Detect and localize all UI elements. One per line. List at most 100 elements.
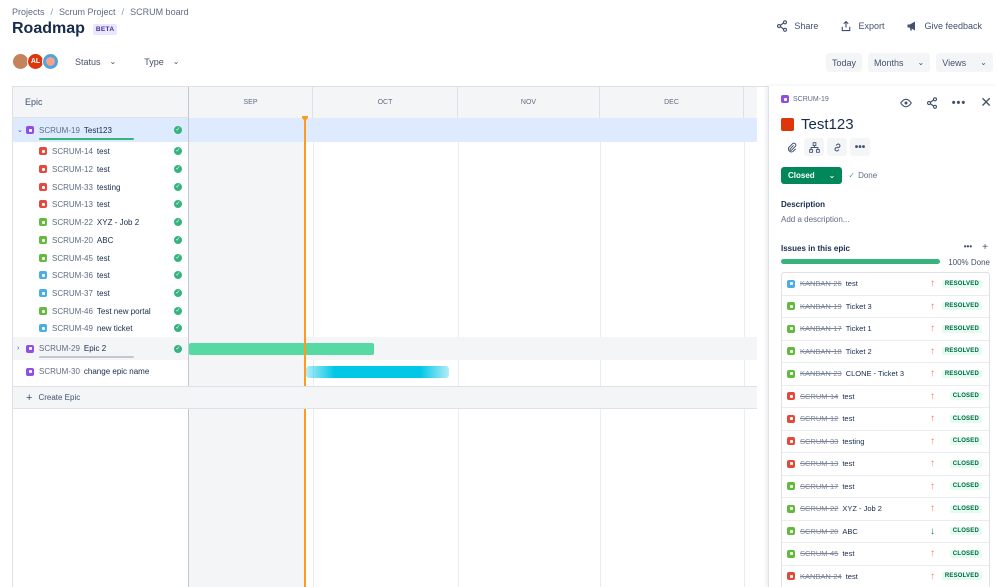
panel-title[interactable]: Test123 <box>801 116 854 133</box>
chevron-right-icon[interactable]: › <box>17 345 19 352</box>
issue-summary[interactable]: testing <box>97 183 121 192</box>
issue-key[interactable]: SCRUM-46 <box>52 307 93 316</box>
breadcrumb-board[interactable]: SCRUM board <box>130 7 189 17</box>
issue-summary[interactable]: Test123 <box>84 126 112 135</box>
description-field[interactable]: Add a description... <box>781 215 849 224</box>
issue-key[interactable]: SCRUM-20 <box>800 527 838 536</box>
issue-key[interactable]: SCRUM-12 <box>52 165 93 174</box>
create-epic-button[interactable]: + Create Epic <box>13 386 757 409</box>
issue-summary[interactable]: test <box>842 459 854 468</box>
more-icon[interactable]: ••• <box>952 97 967 109</box>
issue-key[interactable]: SCRUM-14 <box>800 392 838 401</box>
panel-issue-key[interactable]: SCRUM-19 <box>793 96 829 103</box>
issue-summary[interactable]: test <box>97 254 110 263</box>
issue-summary[interactable]: test <box>842 392 854 401</box>
issue-summary[interactable]: Test new portal <box>97 307 151 316</box>
months-select[interactable]: Months ⌄ <box>868 53 931 72</box>
feedback-button[interactable]: Give feedback <box>906 20 982 32</box>
issue-key[interactable]: KANBAN-23 <box>800 369 842 378</box>
roadmap-row[interactable]: SCRUM-49 new ticket ✓ <box>13 319 757 337</box>
issue-summary[interactable]: test <box>846 572 858 581</box>
roadmap-row[interactable]: SCRUM-20 ABC ✓ <box>13 231 757 249</box>
export-button[interactable]: Export <box>840 20 884 32</box>
chevron-down-icon[interactable]: ⌄ <box>17 126 23 134</box>
issue-summary[interactable]: test <box>842 414 854 423</box>
issue-summary[interactable]: CLONE - Ticket 3 <box>846 369 904 378</box>
issue-summary[interactable]: ABC <box>842 527 857 536</box>
roadmap-row[interactable]: ⌄ SCRUM-19 Test123 ✓ <box>13 118 757 142</box>
issue-key[interactable]: SCRUM-20 <box>52 236 93 245</box>
roadmap-row[interactable]: SCRUM-13 test ✓ <box>13 195 757 213</box>
issue-key[interactable]: SCRUM-30 <box>39 367 80 376</box>
issue-key[interactable]: SCRUM-17 <box>800 482 838 491</box>
issue-key[interactable]: SCRUM-45 <box>800 549 838 558</box>
epic-issue-row[interactable]: SCRUM-13 test ↑ CLOSED <box>782 453 989 476</box>
plus-icon[interactable]: + <box>982 242 988 253</box>
issue-summary[interactable]: change epic name <box>84 367 149 376</box>
issue-summary[interactable]: testing <box>842 437 864 446</box>
breadcrumb-project[interactable]: Scrum Project <box>59 7 116 17</box>
issue-summary[interactable]: Ticket 2 <box>846 347 872 356</box>
epic-issue-row[interactable]: KANBAN-24 test ↑ RESOLVED <box>782 566 989 587</box>
more-icon[interactable]: ••• <box>850 138 870 156</box>
roadmap-row[interactable]: SCRUM-37 test ✓ <box>13 284 757 302</box>
epic-issue-row[interactable]: KANBAN-26 test ↑ RESOLVED <box>782 273 989 296</box>
issue-key[interactable]: SCRUM-22 <box>52 218 93 227</box>
epic-issue-row[interactable]: SCRUM-20 ABC ↓ CLOSED <box>782 521 989 543</box>
share-icon[interactable] <box>926 96 938 109</box>
issue-key[interactable]: KANBAN-17 <box>800 324 842 333</box>
roadmap-row[interactable]: SCRUM-12 test ✓ <box>13 160 757 178</box>
issue-key[interactable]: SCRUM-29 <box>39 344 80 353</box>
epic-issue-row[interactable]: KANBAN-19 Ticket 3 ↑ RESOLVED <box>782 296 989 318</box>
today-button[interactable]: Today <box>826 53 863 72</box>
epic-bar-scrum-29[interactable] <box>189 343 374 355</box>
epic-issue-row[interactable]: KANBAN-17 Ticket 1 ↑ RESOLVED <box>782 318 989 341</box>
issue-key[interactable]: SCRUM-14 <box>52 147 93 156</box>
issue-key[interactable]: SCRUM-13 <box>800 459 838 468</box>
breadcrumb-projects[interactable]: Projects <box>12 7 45 17</box>
views-select[interactable]: Views ⌄ <box>936 53 993 72</box>
roadmap-row[interactable]: SCRUM-45 test ✓ <box>13 249 757 267</box>
status-dropdown[interactable]: Closed ⌄ <box>781 167 843 184</box>
issue-key[interactable]: SCRUM-49 <box>52 324 93 333</box>
issue-key[interactable]: KANBAN-24 <box>800 572 842 581</box>
issue-key[interactable]: SCRUM-12 <box>800 414 838 423</box>
issue-key[interactable]: SCRUM-37 <box>52 289 93 298</box>
issue-key[interactable]: SCRUM-19 <box>39 126 80 135</box>
issue-summary[interactable]: Ticket 3 <box>846 302 872 311</box>
issue-key[interactable]: KANBAN-19 <box>800 302 842 311</box>
issue-summary[interactable]: test <box>97 147 110 156</box>
epic-issue-row[interactable]: SCRUM-17 test ↑ CLOSED <box>782 476 989 498</box>
epic-color-swatch[interactable] <box>781 118 794 131</box>
roadmap-row[interactable]: › SCRUM-29 Epic 2 ✓ <box>13 337 757 360</box>
issue-key[interactable]: SCRUM-36 <box>52 271 93 280</box>
child-issues-icon[interactable] <box>804 138 824 156</box>
epic-issue-row[interactable]: SCRUM-33 testing ↑ CLOSED <box>782 431 989 453</box>
issue-summary[interactable]: test <box>842 549 854 558</box>
issue-summary[interactable]: new ticket <box>97 324 133 333</box>
close-icon[interactable]: ✕ <box>980 94 992 111</box>
issue-summary[interactable]: XYZ - Job 2 <box>97 218 139 227</box>
issue-summary[interactable]: test <box>97 271 110 280</box>
more-icon[interactable]: ••• <box>964 242 972 253</box>
issue-summary[interactable]: test <box>846 279 858 288</box>
issue-summary[interactable]: Ticket 1 <box>846 324 872 333</box>
avatar[interactable] <box>42 53 59 70</box>
epic-issue-row[interactable]: SCRUM-22 XYZ - Job 2 ↑ CLOSED <box>782 498 989 521</box>
eye-icon[interactable] <box>899 97 912 109</box>
issue-key[interactable]: SCRUM-22 <box>800 504 838 513</box>
epic-issue-row[interactable]: SCRUM-14 test ↑ CLOSED <box>782 386 989 408</box>
epic-bar-scrum-30[interactable] <box>306 366 449 378</box>
issue-key[interactable]: KANBAN-26 <box>800 279 842 288</box>
status-filter[interactable]: Status ⌄ <box>75 57 116 67</box>
roadmap-row[interactable]: SCRUM-22 XYZ - Job 2 ✓ <box>13 213 757 231</box>
roadmap-row[interactable]: SCRUM-33 testing ✓ <box>13 178 757 196</box>
roadmap-row[interactable]: SCRUM-36 test ✓ <box>13 266 757 284</box>
share-button[interactable]: Share <box>776 20 818 32</box>
issue-summary[interactable]: test <box>842 482 854 491</box>
epic-issue-row[interactable]: KANBAN-23 CLONE - Ticket 3 ↑ RESOLVED <box>782 363 989 386</box>
attachment-icon[interactable] <box>781 138 801 156</box>
issue-summary[interactable]: test <box>97 165 110 174</box>
link-icon[interactable] <box>827 138 847 156</box>
epic-issue-row[interactable]: SCRUM-45 test ↑ CLOSED <box>782 543 989 566</box>
